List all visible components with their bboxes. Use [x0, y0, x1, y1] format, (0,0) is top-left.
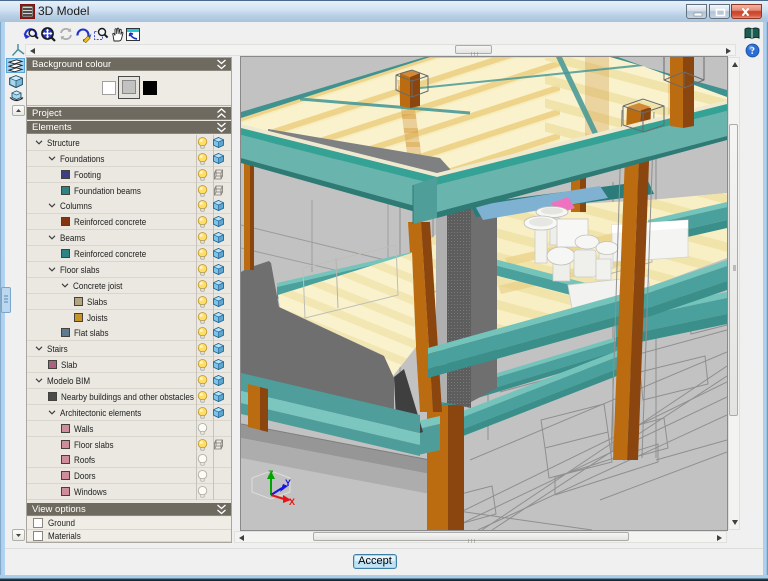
svg-text:Y: Y	[285, 478, 291, 488]
svg-text:Z: Z	[268, 469, 274, 479]
svg-text:?: ?	[750, 46, 755, 57]
svg-text:X: X	[289, 497, 295, 507]
